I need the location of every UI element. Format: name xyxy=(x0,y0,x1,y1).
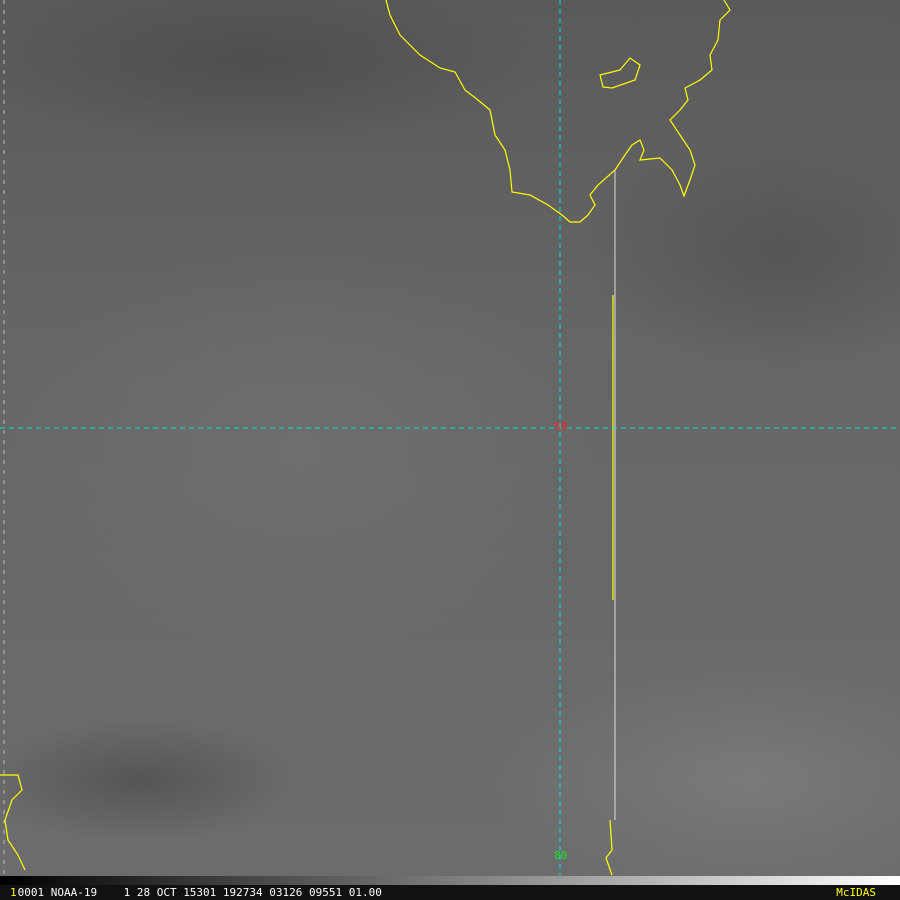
image-header-text: 0001 NOAA-19 1 28 OCT 15301 192734 03126… xyxy=(17,886,382,899)
frame-number: 1 xyxy=(10,886,17,899)
map-overlay xyxy=(0,0,900,876)
coastline-north xyxy=(385,0,731,223)
color-scale-bar xyxy=(0,876,900,885)
coastline xyxy=(0,0,731,876)
satellite-image-frame: 50 80 1 0001 NOAA-19 1 28 OCT 15301 1927… xyxy=(0,0,900,900)
island xyxy=(599,57,641,89)
lat-lon-grid xyxy=(0,0,900,876)
latitude-label: 50 xyxy=(554,420,568,433)
longitude-label: 80 xyxy=(554,849,568,862)
image-header-bar: 1 0001 NOAA-19 1 28 OCT 15301 192734 031… xyxy=(0,885,900,900)
mcidas-brand: McIDAS xyxy=(836,886,876,899)
coastline-south xyxy=(605,819,613,876)
